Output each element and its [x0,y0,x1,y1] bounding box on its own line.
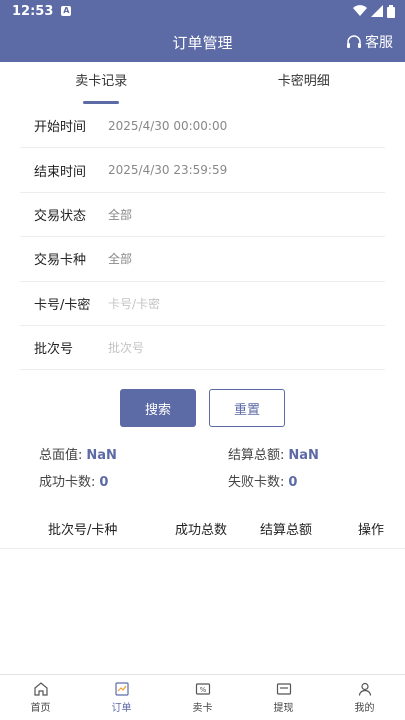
batch-number-input[interactable]: 批次号 [108,339,144,356]
status-time: 12:53 [12,3,54,19]
customer-service-label: 客服 [365,35,393,51]
end-time-label: 结束时间 [34,164,87,180]
app-header: 订单管理 客服 [0,22,405,62]
card-type-label: 交易卡种 [34,253,87,269]
page-title: 订单管理 [172,33,233,52]
settle-total-stat: 结算总额: NaN [228,444,405,463]
trade-status-field[interactable]: 交易状态 全部 [20,193,385,238]
customer-service-button[interactable]: 客服 [346,22,393,62]
headset-icon [347,35,361,48]
column-success-total: 成功总数 [175,522,228,538]
batch-number-label: 批次号 [34,342,74,358]
trade-status-label: 交易状态 [34,208,87,224]
notification-icon: A [61,6,72,16]
card-number-input[interactable]: 卡号/卡密 [108,295,160,312]
start-time-field[interactable]: 开始时间 2025/4/30 00:00:00 [20,104,385,149]
start-time-value[interactable]: 2025/4/30 00:00:00 [108,119,227,133]
total-face-label: 总面值: [39,448,83,464]
success-count-value: 0 [99,475,109,491]
orders-icon [114,682,129,696]
nav-sell-card[interactable]: % 卖卡 [162,675,243,720]
fail-count-value: 0 [288,475,298,491]
tab-card-details[interactable]: 卡密明细 [203,62,405,104]
action-buttons: 搜索 重置 [0,389,405,428]
search-button[interactable]: 搜索 [120,389,196,428]
total-face-value: NaN [86,448,117,464]
settle-total-value: NaN [288,448,319,464]
table-header: 批次号/卡种 成功总数 结算总额 操作 [0,508,405,550]
column-batch-card: 批次号/卡种 [48,522,118,538]
nav-withdraw[interactable]: 提现 [243,675,324,720]
fail-count-label: 失败卡数: [228,475,285,491]
nav-orders[interactable]: 订单 [81,675,162,720]
reset-button[interactable]: 重置 [209,389,285,428]
battery-icon [387,4,395,18]
batch-number-field[interactable]: 批次号 批次号 [20,326,385,371]
nav-orders-label: 订单 [111,703,132,714]
summary-stats: 总面值: NaN 结算总额: NaN 成功卡数: 0 失败卡数: 0 [0,444,405,490]
signal-icon [371,5,383,17]
profile-icon [358,682,371,696]
column-actions: 操作 [358,522,385,538]
card-type-value[interactable]: 全部 [108,250,132,267]
nav-withdraw-label: 提现 [273,703,294,714]
success-count-stat: 成功卡数: 0 [39,471,228,490]
card-number-field[interactable]: 卡号/卡密 卡号/卡密 [20,282,385,326]
bottom-nav: 首页 订单 % 卖卡 提现 我的 [0,674,405,720]
status-icons [353,4,395,18]
end-time-value[interactable]: 2025/4/30 23:59:59 [108,163,227,177]
trade-status-value[interactable]: 全部 [108,206,132,223]
wifi-icon [353,5,367,17]
card-type-field[interactable]: 交易卡种 全部 [20,237,385,282]
fail-count-stat: 失败卡数: 0 [228,471,405,490]
filter-form: 开始时间 2025/4/30 00:00:00 结束时间 2025/4/30 2… [0,104,405,371]
column-settle-total: 结算总额 [260,522,313,538]
card-number-label: 卡号/卡密 [34,297,91,313]
nav-sell-card-label: 卖卡 [192,703,213,714]
success-count-label: 成功卡数: [39,475,96,491]
nav-home[interactable]: 首页 [0,675,81,720]
nav-home-label: 首页 [30,703,51,714]
status-bar: 12:53 A [0,0,405,22]
withdraw-icon [276,683,291,695]
end-time-field[interactable]: 结束时间 2025/4/30 23:59:59 [20,148,385,193]
home-icon [33,682,48,696]
total-face-stat: 总面值: NaN [39,444,228,463]
sell-card-icon: % [195,683,210,695]
nav-profile[interactable]: 我的 [324,675,405,720]
nav-profile-label: 我的 [354,703,375,714]
settle-total-label: 结算总额: [228,448,285,464]
start-time-label: 开始时间 [34,120,87,136]
tab-sell-records[interactable]: 卖卡记录 [0,62,203,104]
svg-text:%: % [199,686,206,694]
tab-bar: 卖卡记录 卡密明细 [0,62,405,104]
